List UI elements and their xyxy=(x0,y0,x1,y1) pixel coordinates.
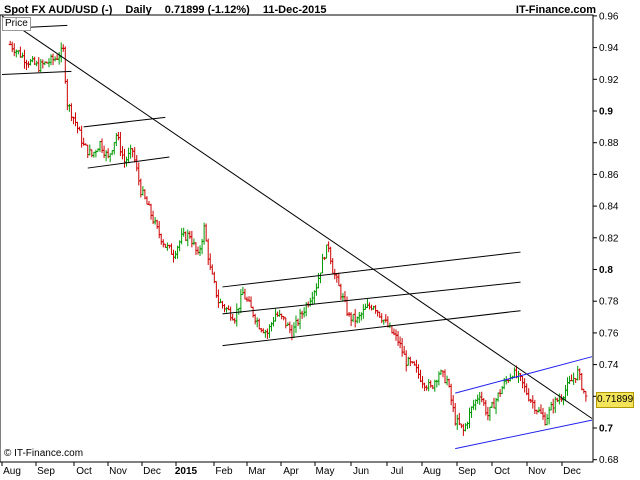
instrument-name: Spot FX AUD/USD (-) xyxy=(4,4,113,16)
x-tick-label: Dec xyxy=(563,466,581,477)
y-tick-label: 0.86 xyxy=(599,170,619,181)
y-tick-label: 0.76 xyxy=(599,328,619,339)
y-tick-label: 0.68 xyxy=(599,455,619,466)
x-tick-label: Nov xyxy=(528,466,546,477)
price-label: Price xyxy=(2,17,31,31)
y-tick-label: 0.74 xyxy=(599,360,619,371)
y-tick-label: 0.88 xyxy=(599,138,619,149)
x-tick-label: 2015 xyxy=(175,466,198,477)
last-change: 0.71899 (-1.12%) xyxy=(164,4,250,16)
watermark: © IT-Finance.com xyxy=(4,448,84,459)
y-tick-label: 0.92 xyxy=(599,75,619,86)
y-tick-label: 0.78 xyxy=(599,297,619,308)
x-tick-label: Jul xyxy=(391,466,404,477)
x-tick-label: Nov xyxy=(109,466,127,477)
y-tick-label: 0.7 xyxy=(599,424,613,435)
x-tick-label: Oct xyxy=(494,466,510,477)
chart-date: 11-Dec-2015 xyxy=(262,4,327,16)
x-tick-label: Sep xyxy=(458,466,476,477)
y-tick-label: 0.9 xyxy=(599,107,613,118)
chart-header: Spot FX AUD/USD (-) Daily 0.71899 (-1.12… xyxy=(4,2,336,18)
y-tick-label: 0.82 xyxy=(599,233,619,244)
x-tick-label: Apr xyxy=(283,466,299,477)
x-tick-label: May xyxy=(316,466,335,477)
brand-label: IT-Finance.com xyxy=(515,4,596,16)
price-chart: 0.96 0.94 0.92 0.9 0.88 0.86 0.84 0.82 0.8 0.78 0.… xyxy=(0,0,640,480)
x-tick-label: Jun xyxy=(353,466,369,477)
chart-background xyxy=(0,0,640,480)
last-price-badge: 0.71899 xyxy=(596,392,634,408)
x-tick-label: Feb xyxy=(215,466,233,477)
x-tick-label: Dec xyxy=(143,466,161,477)
x-tick-label: Oct xyxy=(76,466,92,477)
x-tick-label: Mar xyxy=(248,466,266,477)
y-tick-label: 0.84 xyxy=(599,202,619,213)
y-tick-label: 0.8 xyxy=(599,265,613,276)
x-tick-label: Sep xyxy=(37,466,55,477)
y-tick-label: 0.94 xyxy=(599,43,619,54)
x-tick-label: Aug xyxy=(3,466,21,477)
y-tick-label: 0.96 xyxy=(599,11,619,22)
x-tick-label: Aug xyxy=(423,466,441,477)
period-label: Daily xyxy=(125,4,152,16)
